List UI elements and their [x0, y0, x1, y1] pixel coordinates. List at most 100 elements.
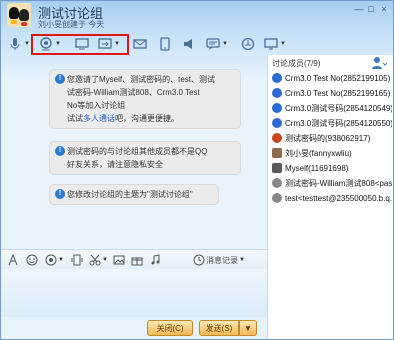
gift-icon — [131, 257, 143, 266]
emoji-button[interactable] — [26, 254, 38, 266]
member-item[interactable]: 测试密码-William测试808<pass... — [272, 176, 392, 190]
penguin-icon — [272, 73, 282, 83]
group-subtitle: 刘小旻创建于 今天 — [38, 20, 105, 29]
voice-button[interactable]: ▼ — [8, 37, 30, 51]
message-line: 您修改讨论组的主题为"测试讨论组" — [67, 190, 193, 199]
chevron-down-icon: ▼ — [24, 41, 30, 47]
member-item[interactable]: Myself(11691698) — [272, 161, 392, 175]
add-member-icon[interactable] — [371, 56, 387, 70]
message-line: 好友关系，请注意隐私安全 — [67, 160, 163, 169]
close-button[interactable]: 关闭(C) — [147, 320, 193, 336]
broadcast-button[interactable] — [182, 37, 196, 51]
clock-icon — [193, 254, 205, 266]
member-item[interactable]: Crm3.0 Test No(2852199165) — [272, 86, 392, 100]
member-item[interactable]: test<testtest@235500050.b.q... — [272, 191, 392, 205]
chevron-down-icon: ▼ — [222, 41, 228, 47]
member-list-header: 讨论成员(7/9) — [272, 59, 321, 68]
chat-window: 测试讨论组 刘小旻创建于 今天 — □ × ▼ ▼ ▼ ▼ ▼ ! 您邀请了My… — [0, 0, 394, 340]
group-avatar[interactable] — [7, 3, 31, 27]
chat-bubble-icon — [206, 38, 220, 50]
message-line: No等加入讨论组 — [67, 101, 126, 110]
member-list: 讨论成员(7/9) Crm3.0 Test No(2852199105) Crm3… — [267, 55, 393, 339]
member-name: test<testtest@235500050.b.q... — [285, 193, 392, 203]
member-name: Crm3.0 Test No(2852199165) — [285, 88, 391, 98]
app-icon — [241, 37, 255, 51]
qq-icon — [272, 133, 282, 143]
member-item[interactable]: Crm3.0测试号码(2854120549) — [272, 101, 392, 115]
highlight-box — [31, 34, 129, 55]
email-button[interactable] — [133, 37, 147, 51]
music-note-icon — [151, 254, 160, 265]
send-options-button[interactable]: ▼ — [239, 320, 257, 336]
edit-toolbar: ▼ ▼ 消息记录 ▼ — [1, 249, 267, 269]
close-window-button[interactable]: × — [378, 4, 390, 14]
message-line: 您邀请了Myself、测试密码的、test、测试 — [67, 75, 216, 84]
member-name: 刘小旻(fannyxwliu) — [285, 148, 352, 158]
member-name: Myself(11691698) — [285, 163, 349, 173]
phone-button[interactable] — [158, 37, 172, 51]
member-item[interactable]: 刘小旻(fannyxwliu) — [272, 146, 392, 160]
screen-icon — [264, 38, 278, 50]
broadcast-icon — [184, 39, 192, 49]
message-line: 试密码-William测试808、Crm3.0 Test — [67, 88, 200, 97]
minimize-button[interactable]: — — [353, 4, 365, 14]
emoji-icon — [26, 254, 38, 266]
member-name: Crm3.0测试号码(2854120549) — [285, 103, 392, 113]
member-item[interactable]: Crm3.0测试号码(2854120550) — [272, 116, 392, 130]
info-icon: ! — [55, 74, 65, 84]
shake-button[interactable] — [71, 254, 83, 266]
member-name: Crm3.0测试号码(2854120550) — [285, 118, 392, 128]
message-input[interactable] — [1, 269, 267, 317]
photo-icon — [272, 148, 282, 158]
member-item[interactable]: Crm3.0 Test No(2852199105) — [272, 71, 392, 85]
screenshot-button[interactable]: ▼ — [89, 254, 108, 266]
magic-emoji-icon — [45, 254, 57, 266]
music-button[interactable] — [149, 254, 161, 266]
phone-icon — [160, 37, 170, 51]
info-icon: ! — [55, 146, 65, 156]
system-message-topic: ! 您修改讨论组的主题为"测试讨论组" — [49, 184, 219, 205]
font-button[interactable] — [7, 254, 19, 266]
title-bar: 测试讨论组 刘小旻创建于 今天 — □ × — [1, 1, 393, 31]
history-button[interactable]: 消息记录 ▼ — [193, 254, 245, 266]
message-text: 吧，沟通更便捷。 — [115, 114, 179, 123]
chevron-down-icon: ▼ — [58, 257, 64, 263]
penguin-icon — [272, 88, 282, 98]
magic-emoji-button[interactable]: ▼ — [45, 254, 64, 266]
history-label: 消息记录 — [206, 255, 238, 265]
email-icon — [133, 39, 147, 49]
gift-button[interactable] — [131, 254, 143, 266]
chevron-down-icon: ▼ — [239, 257, 245, 263]
button-bar: 关闭(C) 发送(S) ▼ — [1, 317, 267, 340]
app-button[interactable] — [241, 37, 255, 51]
scissors-icon — [89, 254, 101, 266]
chevron-down-icon: ▼ — [102, 257, 108, 263]
gray-icon — [272, 178, 282, 188]
font-icon — [8, 254, 18, 266]
screen-button[interactable]: ▼ — [264, 37, 286, 51]
member-name: 测试密码-William测试808<pass... — [285, 178, 392, 188]
message-line: 测试密码的与讨论组其他成员都不是QQ — [67, 147, 208, 156]
system-message-privacy: ! 测试密码的与讨论组其他成员都不是QQ 好友关系，请注意隐私安全 — [49, 141, 241, 175]
send-button[interactable]: 发送(S) — [199, 320, 239, 336]
member-name: Crm3.0 Test No(2852199105) — [285, 73, 391, 83]
chat-area: ! 您邀请了Myself、测试密码的、test、测试 试密码-William测试… — [1, 57, 267, 244]
chat-bubble-button[interactable]: ▼ — [206, 37, 228, 51]
member-name: 测试密码的(938062917) — [285, 133, 371, 143]
message-text: 试试 — [67, 114, 83, 123]
message-line: 试试多人通话吧，沟通更便捷。 — [67, 112, 234, 125]
penguin-icon — [272, 118, 282, 128]
image-icon — [113, 255, 125, 265]
multi-call-link[interactable]: 多人通话 — [83, 114, 115, 123]
image-button[interactable] — [113, 254, 125, 266]
penguin-icon — [272, 103, 282, 113]
info-icon: ! — [55, 189, 65, 199]
gray-icon — [272, 193, 282, 203]
photo-icon — [272, 163, 282, 173]
maximize-button[interactable]: □ — [365, 4, 377, 14]
shake-icon — [71, 254, 83, 266]
member-item[interactable]: 测试密码的(938062917) — [272, 131, 392, 145]
chevron-down-icon: ▼ — [280, 41, 286, 47]
system-message-invite: ! 您邀请了Myself、测试密码的、test、测试 试密码-William测试… — [49, 69, 241, 129]
microphone-icon — [10, 38, 20, 50]
